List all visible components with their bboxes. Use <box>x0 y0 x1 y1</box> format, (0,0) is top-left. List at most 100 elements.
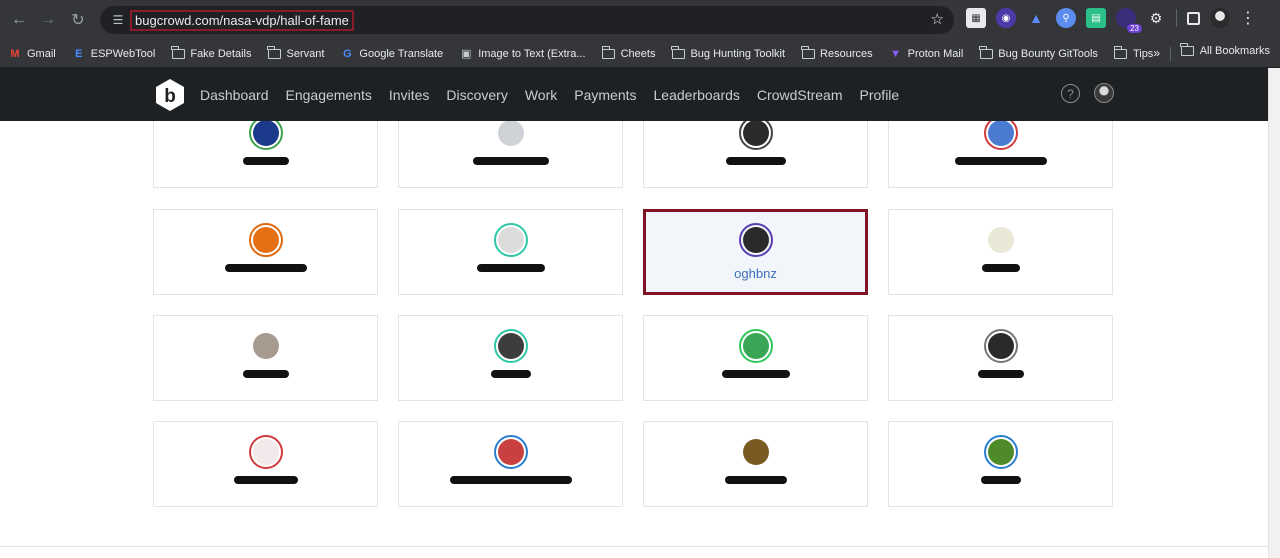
bookmark-item[interactable]: Bug Bounty GitTools <box>979 45 1098 60</box>
bookmark-star-icon[interactable]: ☆ <box>931 10 944 28</box>
toolbar-divider <box>1176 9 1177 27</box>
bookmark-label: Image to Text (Extra... <box>478 47 586 60</box>
researcher-avatar[interactable] <box>983 329 1018 363</box>
bookmark-item[interactable]: G Google Translate <box>340 48 443 60</box>
bookmark-label: Resources <box>820 47 873 60</box>
researcher-avatar[interactable] <box>983 435 1018 469</box>
researcher-avatar[interactable] <box>983 223 1018 257</box>
nav-payments[interactable]: Payments <box>574 87 636 103</box>
scrollbar[interactable] <box>1268 68 1280 558</box>
bookmark-item[interactable]: Tips <box>1113 45 1154 60</box>
researcher-card[interactable] <box>153 121 378 188</box>
bookmark-item[interactable]: Fake Details <box>171 45 251 60</box>
extension-icon[interactable]: ▦ <box>966 8 986 28</box>
help-icon[interactable]: ? <box>1061 84 1080 103</box>
gmail-icon: M <box>10 47 20 60</box>
researcher-card[interactable] <box>153 209 378 295</box>
nav-profile[interactable]: Profile <box>860 87 900 103</box>
researcher-card[interactable] <box>398 421 623 507</box>
bookmark-label: Bug Hunting Toolkit <box>690 47 786 60</box>
researcher-card[interactable] <box>398 209 623 295</box>
main-nav: Dashboard Engagements Invites Discovery … <box>200 68 916 121</box>
nav-work[interactable]: Work <box>525 87 557 103</box>
researcher-card[interactable] <box>398 121 623 188</box>
drop-extension-icon[interactable]: ▲ <box>1026 8 1046 28</box>
more-bookmarks-button[interactable]: » <box>1153 46 1160 60</box>
extension-badge: 23 <box>1127 24 1142 33</box>
researcher-avatar[interactable] <box>738 223 773 257</box>
researcher-avatar[interactable] <box>493 329 528 363</box>
reload-icon[interactable]: ↻ <box>63 5 93 35</box>
avatar-image <box>742 333 769 359</box>
researcher-card[interactable] <box>643 315 868 401</box>
researcher-avatar[interactable] <box>738 329 773 363</box>
researcher-card-highlighted[interactable]: oghbnz <box>643 209 868 295</box>
bookmarks-divider <box>1170 47 1171 61</box>
avatar-image <box>252 439 279 465</box>
researcher-avatar[interactable] <box>248 329 283 363</box>
eye-extension-icon[interactable]: ◉ <box>996 8 1016 28</box>
researcher-card[interactable] <box>888 315 1113 401</box>
user-avatar[interactable] <box>1094 83 1114 103</box>
bookmark-label: Tips <box>1132 47 1154 60</box>
folder-icon <box>267 45 281 60</box>
nav-leaderboards[interactable]: Leaderboards <box>654 87 740 103</box>
redacted-username <box>224 264 307 272</box>
footer-divider <box>0 546 1268 547</box>
bugcrowd-logo-icon[interactable]: b <box>153 78 187 112</box>
researcher-avatar[interactable] <box>738 121 773 150</box>
researcher-card[interactable] <box>643 121 868 188</box>
browser-profile-avatar[interactable] <box>1210 8 1230 28</box>
researcher-avatar[interactable] <box>493 435 528 469</box>
researcher-avatar[interactable] <box>493 223 528 257</box>
badge-extension-icon[interactable]: 23 <box>1116 8 1142 33</box>
site-settings-icon[interactable]: ☰ <box>110 12 126 28</box>
researcher-card[interactable] <box>888 421 1113 507</box>
avatar-image <box>987 227 1014 253</box>
researcher-card[interactable] <box>153 421 378 507</box>
nav-crowdstream[interactable]: CrowdStream <box>757 87 843 103</box>
bookmark-item[interactable]: Servant <box>267 45 325 60</box>
back-arrow-icon[interactable]: ← <box>4 5 34 35</box>
researcher-avatar[interactable] <box>738 435 773 469</box>
search-extension-icon[interactable]: ⚲ <box>1056 8 1076 28</box>
bookmark-item[interactable]: Cheets <box>601 45 655 60</box>
avatar-image <box>742 227 769 253</box>
avatar-image <box>497 227 524 253</box>
researcher-avatar[interactable] <box>493 121 528 150</box>
avatar-image <box>987 439 1014 465</box>
bookmark-label: Servant <box>286 47 325 60</box>
folder-icon <box>601 45 616 60</box>
researcher-avatar[interactable] <box>983 121 1018 150</box>
sheet-extension-icon[interactable]: ▤ <box>1086 8 1106 28</box>
forward-arrow-icon[interactable]: → <box>33 5 63 35</box>
side-panel-icon[interactable] <box>1187 11 1200 25</box>
menu-dots-icon[interactable]: ⋮ <box>1240 8 1256 28</box>
bookmark-item[interactable]: M Gmail <box>8 47 55 60</box>
bookmark-item[interactable]: ▣ Image to Text (Extra... <box>459 47 586 61</box>
researcher-avatar[interactable] <box>248 223 283 257</box>
nav-dashboard[interactable]: Dashboard <box>200 87 269 103</box>
nav-discovery[interactable]: Discovery <box>446 87 507 103</box>
researcher-card[interactable] <box>888 209 1113 295</box>
nav-invites[interactable]: Invites <box>389 87 429 103</box>
bookmark-item[interactable]: Bug Hunting Toolkit <box>671 45 786 60</box>
all-bookmarks-button[interactable]: All Bookmarks <box>1180 43 1270 57</box>
puzzle-icon[interactable]: ⚙ <box>1146 8 1166 28</box>
researcher-avatar[interactable] <box>248 435 283 469</box>
url-text[interactable]: bugcrowd.com/nasa-vdp/hall-of-fame <box>130 9 354 31</box>
redacted-username <box>490 370 531 378</box>
researcher-username[interactable]: oghbnz <box>646 266 865 281</box>
nav-engagements[interactable]: Engagements <box>286 87 372 103</box>
bookmark-item[interactable]: ▼ Proton Mail <box>889 48 963 60</box>
researcher-card[interactable] <box>888 121 1113 188</box>
researcher-card[interactable] <box>643 421 868 507</box>
researcher-card[interactable] <box>153 315 378 401</box>
bookmark-item[interactable]: E ESPWebTool <box>72 48 155 60</box>
researcher-avatar[interactable] <box>248 121 283 150</box>
avatar-image <box>497 121 524 146</box>
bookmark-item[interactable]: Resources <box>801 45 873 60</box>
address-bar[interactable]: ☰ bugcrowd.com/nasa-vdp/hall-of-fame ☆ <box>100 6 954 34</box>
researcher-card[interactable] <box>398 315 623 401</box>
redacted-username <box>242 370 289 378</box>
